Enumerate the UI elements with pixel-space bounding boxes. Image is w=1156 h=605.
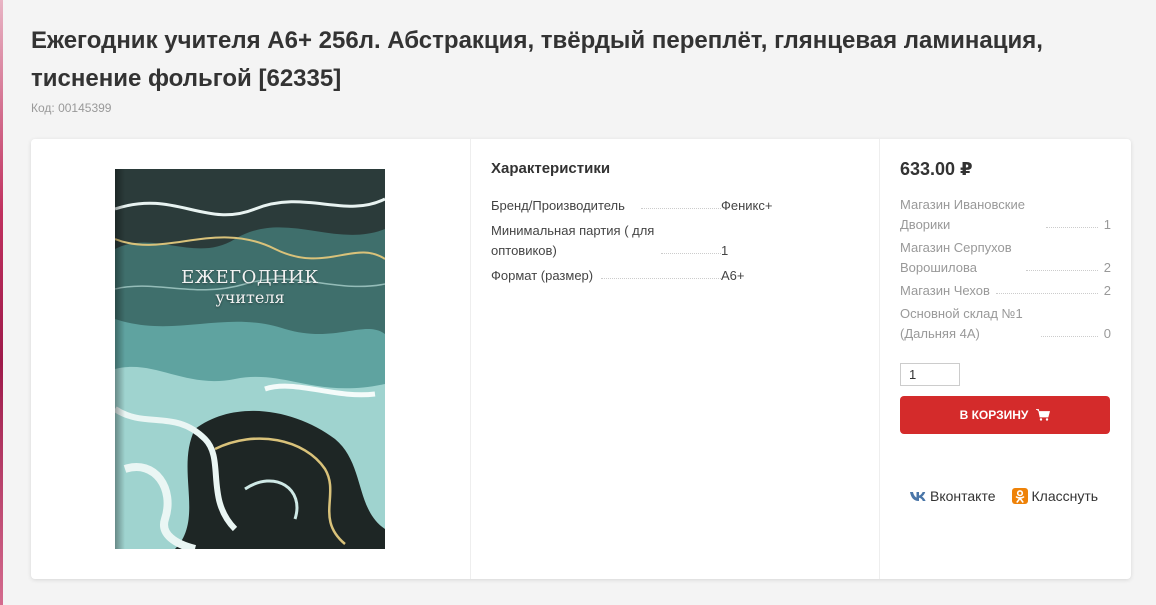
- cover-subtitle: учителя: [215, 288, 285, 307]
- spec-label: Формат (размер): [491, 268, 594, 283]
- product-image[interactable]: ЕЖЕГОДНИК учителя: [115, 169, 385, 549]
- store-qty: 2: [1103, 283, 1111, 298]
- buy-column: 633.00 ₽ Магазин Ивановские Дворики 1 Ма…: [880, 139, 1131, 579]
- store-row: Магазин Ивановские Дворики 1: [900, 195, 1111, 235]
- spec-value: Феникс+: [721, 198, 773, 213]
- spec-value: А6+: [721, 268, 745, 283]
- quantity-input[interactable]: [900, 363, 960, 386]
- ok-icon: [1011, 488, 1028, 504]
- store-dots: [1026, 270, 1098, 271]
- left-edge-decoration: [0, 0, 3, 605]
- store-name: Магазин Серпухов Ворошилова: [900, 240, 1012, 275]
- spec-dots: [641, 208, 721, 209]
- spec-label: Бренд/Производитель: [491, 198, 625, 213]
- add-to-cart-button[interactable]: В КОРЗИНУ: [900, 396, 1110, 434]
- cart-button-label: В КОРЗИНУ: [959, 408, 1029, 422]
- price: 633.00 ₽: [900, 159, 973, 179]
- store-row: Магазин Серпухов Ворошилова 2: [900, 238, 1111, 278]
- store-dots: [1041, 336, 1098, 337]
- cart-icon: [1036, 409, 1051, 421]
- specs-column: Характеристики Бренд/Производитель Феник…: [471, 139, 880, 579]
- spec-row: Бренд/Производитель Феникс+: [491, 196, 859, 216]
- store-name: Магазин Ивановские Дворики: [900, 197, 1025, 232]
- store-qty: 0: [1103, 326, 1111, 341]
- vk-icon: [910, 492, 926, 501]
- spec-row: Формат (размер) А6+: [491, 266, 859, 286]
- store-dots: [995, 293, 1098, 294]
- spec-label: Минимальная партия ( для оптовиков): [491, 223, 655, 258]
- ok-label: Класснуть: [1031, 488, 1099, 504]
- vk-share-link[interactable]: Вконтакте: [910, 488, 996, 504]
- store-row: Основной склад №1 (Дальняя 4А) 0: [900, 304, 1111, 344]
- marble-pattern: [115, 169, 385, 549]
- store-qty: 1: [1103, 217, 1111, 232]
- cover-title: ЕЖЕГОДНИК: [181, 267, 319, 288]
- book-spine: [115, 169, 125, 549]
- vk-label: Вконтакте: [930, 488, 996, 504]
- social-share: Вконтакте Класснуть: [910, 488, 1098, 504]
- store-name: Основной склад №1 (Дальняя 4А): [900, 306, 1023, 341]
- product-code: Код: 00145399: [31, 101, 112, 115]
- specs-title: Характеристики: [491, 160, 611, 177]
- spec-value: 1: [721, 243, 729, 258]
- store-qty: 2: [1103, 260, 1111, 275]
- store-name: Магазин Чехов: [900, 283, 990, 298]
- ok-share-link[interactable]: Класснуть: [1011, 488, 1099, 504]
- product-image-column: ЕЖЕГОДНИК учителя: [31, 139, 471, 579]
- store-dots: [1046, 227, 1098, 228]
- spec-dots: [661, 253, 721, 254]
- spec-dots: [601, 278, 721, 279]
- product-title: Ежегодник учителя А6+ 256л. Абстракция, …: [31, 27, 1043, 92]
- spec-row: Минимальная партия ( для оптовиков) 1: [491, 221, 859, 261]
- store-row: Магазин Чехов 2: [900, 281, 1111, 301]
- product-card: ЕЖЕГОДНИК учителя Характеристики Бренд/П…: [31, 139, 1131, 579]
